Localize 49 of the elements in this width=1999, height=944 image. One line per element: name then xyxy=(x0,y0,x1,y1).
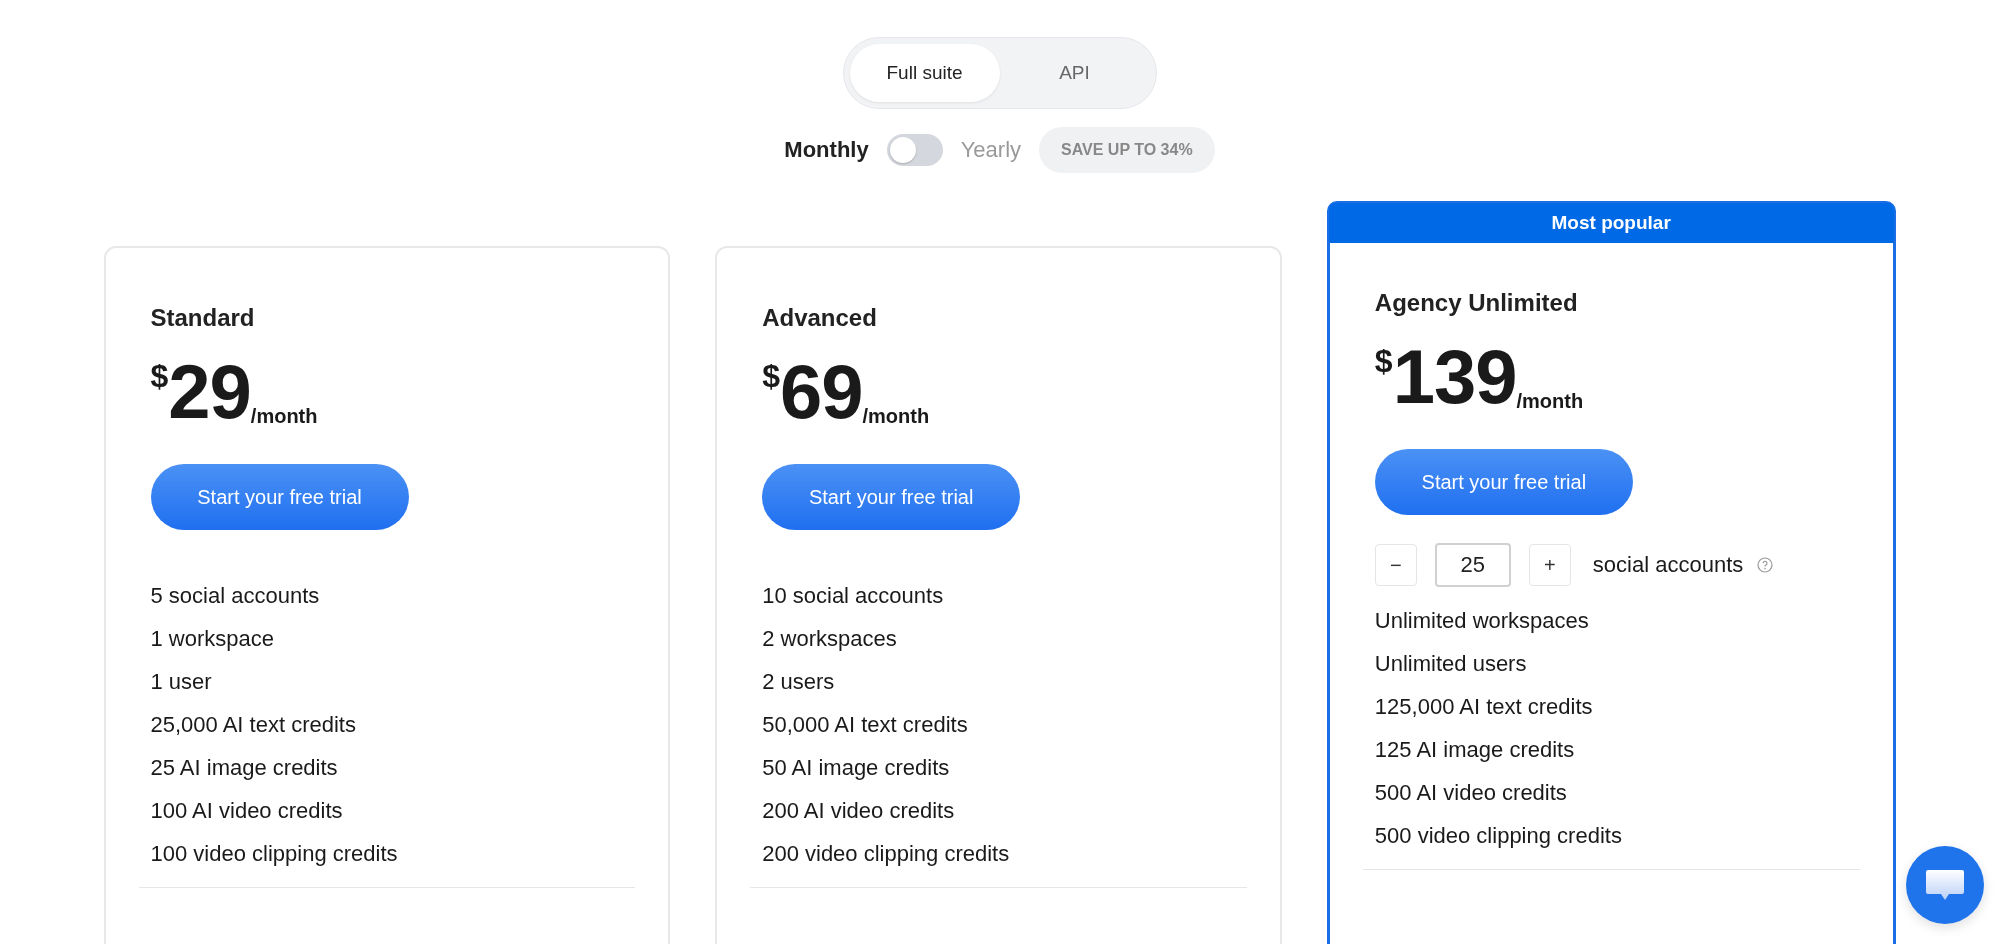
price-amount: 139 xyxy=(1392,339,1517,415)
feature-text: 500 AI video credits xyxy=(1374,779,1568,807)
product-tab[interactable]: API xyxy=(999,44,1150,102)
price-amount: 29 xyxy=(168,354,251,430)
feature-text: 200 AI video credits xyxy=(762,797,956,825)
feature-text: 200 video clipping credits xyxy=(762,840,1011,868)
free-trial-button[interactable]: Start your free trial xyxy=(1374,449,1633,515)
account-count-field[interactable]: 25 xyxy=(1434,543,1511,587)
plan-name: Standard xyxy=(150,304,256,332)
yearly-label: Yearly xyxy=(960,137,1022,163)
feature-text: 5 social accounts xyxy=(150,582,321,610)
price-amount: 69 xyxy=(779,354,863,430)
product-tab[interactable]: Full suite xyxy=(849,44,1000,102)
plan-name: Advanced xyxy=(762,304,878,332)
decrease-button[interactable]: − xyxy=(1374,544,1417,586)
currency-symbol: $ xyxy=(1374,343,1393,380)
most-popular-banner: Most popular xyxy=(1328,203,1894,243)
billing-toggle[interactable] xyxy=(886,134,943,166)
savings-badge: SAVE UP TO 34% xyxy=(1039,127,1215,173)
feature-text: 10 social accounts xyxy=(762,582,945,610)
feature-text: 100 video clipping credits xyxy=(150,840,399,868)
price-period: /month xyxy=(250,405,318,428)
help-icon[interactable] xyxy=(1757,557,1774,573)
feature-text: 2 users xyxy=(762,668,836,696)
price-period: /month xyxy=(862,405,930,428)
free-trial-button[interactable]: Start your free trial xyxy=(150,464,409,530)
feature-text: 125 AI image credits xyxy=(1374,736,1576,764)
currency-symbol: $ xyxy=(150,358,169,394)
feature-text: 25,000 AI text credits xyxy=(150,711,357,739)
price-period: /month xyxy=(1516,390,1584,413)
feature-text: 25 AI image credits xyxy=(150,754,339,782)
currency-symbol: $ xyxy=(762,358,780,394)
free-trial-button[interactable]: Start your free trial xyxy=(762,464,1021,530)
chat-bubble-icon xyxy=(1925,868,1965,902)
feature-text: Unlimited workspaces xyxy=(1374,607,1590,635)
feature-text: 50,000 AI text credits xyxy=(762,711,969,739)
feature-text: Unlimited users xyxy=(1374,650,1528,678)
feature-text: 1 user xyxy=(150,668,213,696)
plan-name: Agency Unlimited xyxy=(1374,289,1579,317)
feature-text: social accounts xyxy=(1592,552,1744,578)
feature-text: 500 video clipping credits xyxy=(1374,822,1623,850)
feature-text: 1 workspace xyxy=(150,625,275,653)
chat-button[interactable] xyxy=(1906,846,1984,924)
feature-text: 2 workspaces xyxy=(762,625,898,653)
increase-button[interactable]: + xyxy=(1528,544,1571,586)
feature-text: 50 AI image credits xyxy=(762,754,951,782)
feature-text: 100 AI video credits xyxy=(150,797,344,825)
feature-text: 125,000 AI text credits xyxy=(1374,693,1594,721)
monthly-label: Monthly xyxy=(784,137,869,163)
